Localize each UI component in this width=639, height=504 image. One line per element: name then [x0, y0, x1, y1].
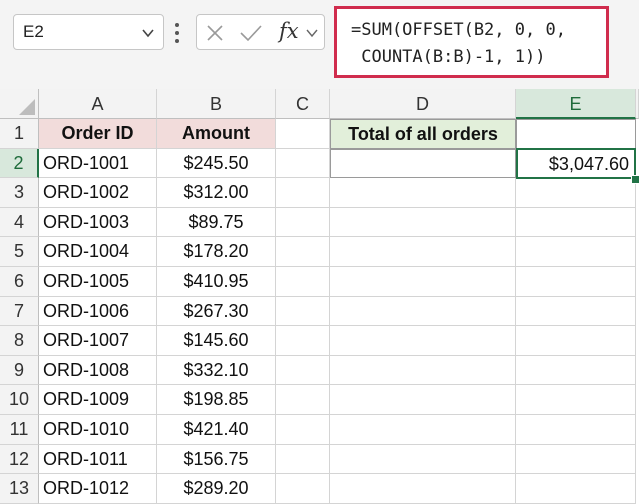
cell-a1[interactable]: Order ID: [39, 119, 157, 149]
cell-d1[interactable]: Total of all orders: [330, 119, 516, 149]
cell-d8[interactable]: [330, 326, 516, 356]
chevron-down-icon[interactable]: [305, 26, 319, 40]
cell-b2[interactable]: $245.50: [157, 148, 276, 179]
cell-c6[interactable]: [276, 267, 330, 297]
cell-b5[interactable]: $178.20: [157, 237, 276, 267]
cell-b4[interactable]: $89.75: [157, 207, 276, 238]
cell-b12[interactable]: $156.75: [157, 444, 276, 475]
cell-d12[interactable]: [330, 444, 516, 475]
cell-e7[interactable]: [516, 296, 636, 327]
cell-e8[interactable]: [516, 326, 636, 356]
insert-function-icon[interactable]: fx: [279, 19, 299, 43]
cell-a3[interactable]: ORD-1002: [39, 178, 157, 208]
cell-c5[interactable]: [276, 237, 330, 267]
column-header-a[interactable]: A: [39, 89, 157, 119]
cell-e5[interactable]: [516, 237, 636, 267]
cell-c10[interactable]: [276, 385, 330, 415]
formula-input[interactable]: =SUM(OFFSET(B2, 0, 0, COUNTA(B:B)-1, 1)): [334, 6, 609, 78]
cell-a12[interactable]: ORD-1011: [39, 444, 157, 475]
row-header-1[interactable]: 1: [0, 119, 39, 149]
cell-b3[interactable]: $312.00: [157, 178, 276, 208]
cell-b8[interactable]: $145.60: [157, 326, 276, 356]
cell-e2[interactable]: $3,047.60: [516, 148, 636, 179]
cell-e1[interactable]: [516, 119, 636, 149]
cell-a11[interactable]: ORD-1010: [39, 415, 157, 445]
cell-c4[interactable]: [276, 207, 330, 238]
cell-a6[interactable]: ORD-1005: [39, 267, 157, 297]
cell-d10[interactable]: [330, 385, 516, 415]
cell-c2[interactable]: [276, 148, 330, 179]
formula-bar: E2 fx =SUM(OFFSET(B2, 0, 0, COUNTA(B:B)-…: [0, 0, 639, 90]
formula-text: =SUM(OFFSET(B2, 0, 0, COUNTA(B:B)-1, 1)): [351, 20, 566, 67]
more-options-icon[interactable]: [172, 19, 182, 47]
row-header-4[interactable]: 4: [0, 207, 39, 238]
cell-a10[interactable]: ORD-1009: [39, 385, 157, 415]
row-header-13[interactable]: 13: [0, 474, 39, 504]
cell-e9[interactable]: [516, 355, 636, 386]
row-header-12[interactable]: 12: [0, 444, 39, 475]
cell-a5[interactable]: ORD-1004: [39, 237, 157, 267]
cell-d2[interactable]: [330, 148, 516, 179]
cell-c1[interactable]: [276, 119, 330, 149]
cell-c9[interactable]: [276, 355, 330, 386]
cell-b11[interactable]: $421.40: [157, 415, 276, 445]
cell-e10[interactable]: [516, 385, 636, 415]
cell-b1[interactable]: Amount: [157, 119, 276, 149]
cell-a9[interactable]: ORD-1008: [39, 355, 157, 386]
cell-c12[interactable]: [276, 444, 330, 475]
cell-a2[interactable]: ORD-1001: [39, 148, 157, 179]
cell-b7[interactable]: $267.30: [157, 296, 276, 327]
cell-a13[interactable]: ORD-1012: [39, 474, 157, 504]
cell-d9[interactable]: [330, 355, 516, 386]
select-all-icon: [19, 99, 35, 115]
cell-d7[interactable]: [330, 296, 516, 327]
row-header-11[interactable]: 11: [0, 415, 39, 445]
fill-handle[interactable]: [631, 175, 639, 184]
cell-d3[interactable]: [330, 178, 516, 208]
cell-b13[interactable]: $289.20: [157, 474, 276, 504]
cell-d4[interactable]: [330, 207, 516, 238]
cell-e4[interactable]: [516, 207, 636, 238]
cell-b6[interactable]: $410.95: [157, 267, 276, 297]
cell-c13[interactable]: [276, 474, 330, 504]
row-header-7[interactable]: 7: [0, 296, 39, 327]
select-all-button[interactable]: [0, 89, 39, 119]
row-header-6[interactable]: 6: [0, 267, 39, 297]
row-header-8[interactable]: 8: [0, 326, 39, 356]
cell-d13[interactable]: [330, 474, 516, 504]
cell-a8[interactable]: ORD-1007: [39, 326, 157, 356]
worksheet-grid: ABCDE 1 2 3 4 5 6 7 8 9 10 11 12 13 Order ID Amount To…: [0, 89, 639, 504]
enter-icon[interactable]: [239, 23, 263, 43]
cell-b9[interactable]: $332.10: [157, 355, 276, 386]
column-header-c[interactable]: C: [276, 89, 330, 119]
cell-c11[interactable]: [276, 415, 330, 445]
cell-c7[interactable]: [276, 296, 330, 327]
cell-d11[interactable]: [330, 415, 516, 445]
cell-e3[interactable]: [516, 178, 636, 208]
column-header-b[interactable]: B: [157, 89, 276, 119]
row-header-9[interactable]: 9: [0, 355, 39, 386]
cell-a7[interactable]: ORD-1006: [39, 296, 157, 327]
cancel-icon[interactable]: [205, 23, 225, 43]
cell-d6[interactable]: [330, 267, 516, 297]
cell-e12[interactable]: [516, 444, 636, 475]
row-header-2[interactable]: 2: [0, 148, 39, 179]
cell-e11[interactable]: [516, 415, 636, 445]
cell-c8[interactable]: [276, 326, 330, 356]
formula-actions: fx: [196, 14, 325, 50]
cell-d5[interactable]: [330, 237, 516, 267]
cell-e13[interactable]: [516, 474, 636, 504]
column-header-d[interactable]: D: [330, 89, 516, 119]
cell-c3[interactable]: [276, 178, 330, 208]
column-header-e[interactable]: E: [516, 89, 636, 119]
cell-e6[interactable]: [516, 267, 636, 297]
cell-b10[interactable]: $198.85: [157, 385, 276, 415]
name-box[interactable]: E2: [13, 14, 164, 50]
chevron-down-icon[interactable]: [141, 26, 155, 40]
row-header-3[interactable]: 3: [0, 178, 39, 208]
row-header-10[interactable]: 10: [0, 385, 39, 415]
name-box-value: E2: [23, 22, 44, 41]
row-header-5[interactable]: 5: [0, 237, 39, 267]
cell-a4[interactable]: ORD-1003: [39, 207, 157, 238]
